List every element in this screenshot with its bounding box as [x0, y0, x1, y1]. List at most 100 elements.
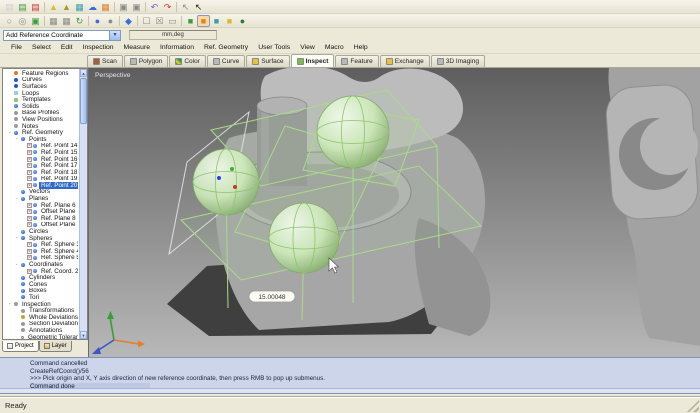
tab-feature[interactable]: Feature: [335, 55, 378, 67]
tree-item[interactable]: Templates: [3, 96, 78, 103]
tree-item[interactable]: - Spheres: [3, 235, 78, 242]
menu-item[interactable]: Inspection: [78, 44, 119, 51]
selection-rect-icon[interactable]: ☐: [140, 15, 153, 27]
tree-item[interactable]: Ref. Point 15: [3, 149, 78, 156]
tree-item[interactable]: Vectors: [3, 189, 78, 196]
display-point-toggle-icon[interactable]: ■: [210, 15, 223, 27]
menu-item[interactable]: Ref. Geometry: [199, 44, 253, 51]
save-icon[interactable]: ▤: [29, 1, 42, 13]
visibility-checkbox-icon[interactable]: [27, 255, 32, 260]
tree-item[interactable]: - Coordinates: [3, 261, 78, 268]
tab-color[interactable]: Color: [169, 55, 206, 67]
menu-item[interactable]: Help: [349, 44, 373, 51]
point-cloud-icon[interactable]: ☁: [86, 1, 99, 13]
tree-item[interactable]: Tori: [3, 294, 78, 301]
tab-surface[interactable]: Surface: [246, 55, 289, 67]
tree-item[interactable]: - Inspection: [3, 301, 78, 308]
display-body-toggle-icon[interactable]: ■: [184, 15, 197, 27]
visibility-checkbox-icon[interactable]: [27, 216, 32, 221]
render-wireframe-globe-icon[interactable]: ●: [104, 15, 117, 27]
chevron-down-icon[interactable]: ▼: [109, 31, 120, 40]
print-preview-icon[interactable]: ▣: [117, 1, 130, 13]
tree-item[interactable]: Base Profiles: [3, 110, 78, 117]
tree-item[interactable]: Geometric Tolerance: [3, 334, 78, 340]
tree-scrollbar[interactable]: ▲ ▼: [79, 69, 87, 339]
display-mesh-toggle-icon[interactable]: ■: [223, 15, 236, 27]
visibility-checkbox-icon[interactable]: [27, 242, 32, 247]
split-window-icon[interactable]: ▭: [166, 15, 179, 27]
new-document-icon[interactable]: ▤: [3, 1, 16, 13]
tree-item[interactable]: Solids: [3, 103, 78, 110]
visibility-checkbox-icon[interactable]: [27, 269, 32, 274]
tree-item[interactable]: Offset Plane: [3, 222, 78, 229]
tree-item[interactable]: - Points: [3, 136, 78, 143]
open-file-icon[interactable]: ▤: [16, 1, 29, 13]
render-shaded-globe-icon[interactable]: ●: [91, 15, 104, 27]
tab-curve[interactable]: Curve: [207, 55, 245, 67]
reference-sphere-4[interactable]: [317, 96, 389, 168]
redo-icon[interactable]: ↷: [161, 1, 174, 13]
visibility-checkbox-icon[interactable]: [27, 163, 32, 168]
import-scan-icon[interactable]: ▲: [47, 1, 60, 13]
scroll-down-icon[interactable]: ▼: [80, 331, 87, 339]
selection-all-icon[interactable]: ☒: [153, 15, 166, 27]
tree-item[interactable]: Ref. Point 19: [3, 176, 78, 183]
pick-cursor-icon[interactable]: ↖: [179, 1, 192, 13]
tree-item[interactable]: Loops: [3, 90, 78, 97]
reference-sphere-5[interactable]: [269, 203, 339, 273]
tree-item[interactable]: Ref. Plane 6: [3, 202, 78, 209]
tree-item[interactable]: Ref. Sphere 5: [3, 255, 78, 262]
visibility-checkbox-icon[interactable]: [27, 183, 32, 188]
tree-item[interactable]: Ref. Point 16: [3, 156, 78, 163]
visibility-checkbox-icon[interactable]: [27, 157, 32, 162]
visibility-checkbox-icon[interactable]: [27, 222, 32, 227]
tree-item[interactable]: Boxes: [3, 288, 78, 295]
3d-viewport[interactable]: Perspective: [88, 68, 700, 358]
tree-item[interactable]: Annotations: [3, 327, 78, 334]
menu-item[interactable]: User Tools: [253, 44, 295, 51]
view-iso-icon[interactable]: ▦: [60, 15, 73, 27]
tree-item[interactable]: Ref. Point 14: [3, 143, 78, 150]
tree-item[interactable]: Ref. Coord. 2: [3, 268, 78, 275]
menu-item[interactable]: Edit: [56, 44, 78, 51]
tree-item[interactable]: View Positions: [3, 116, 78, 123]
menu-item[interactable]: Select: [27, 44, 56, 51]
display-region-toggle-icon[interactable]: ■: [197, 15, 210, 27]
visibility-checkbox-icon[interactable]: [27, 249, 32, 254]
menu-item[interactable]: Information: [155, 44, 199, 51]
scrollbar-thumb[interactable]: [80, 78, 87, 124]
view-front-icon[interactable]: ▦: [47, 15, 60, 27]
tree-item[interactable]: Ref. Sphere 4: [3, 248, 78, 255]
tree-item[interactable]: Ref. Point 20: [3, 182, 78, 189]
visibility-checkbox-icon[interactable]: [27, 176, 32, 181]
tree-item[interactable]: - Ref. Geometry: [3, 129, 78, 136]
tree-item[interactable]: Curves: [3, 77, 78, 84]
command-dropdown[interactable]: Add Reference Coordinate ▼: [3, 30, 121, 41]
scroll-up-icon[interactable]: ▲: [80, 69, 87, 77]
tree-item[interactable]: Circles: [3, 228, 78, 235]
reference-sphere-3[interactable]: [193, 149, 259, 215]
undo-icon[interactable]: ↶: [148, 1, 161, 13]
tab-exchange[interactable]: Exchange: [380, 55, 430, 67]
texture-image-icon[interactable]: ▦: [99, 1, 112, 13]
tree-item[interactable]: Feature Regions: [3, 70, 78, 77]
visibility-checkbox-icon[interactable]: [27, 170, 32, 175]
measurement-label[interactable]: 15.00048: [249, 291, 295, 302]
panel-tab-project[interactable]: Project: [2, 341, 39, 352]
menu-item[interactable]: View: [295, 44, 320, 51]
tree-item[interactable]: Notes: [3, 123, 78, 130]
display-sphere-toggle-icon[interactable]: ●: [236, 15, 249, 27]
menu-item[interactable]: File: [6, 44, 27, 51]
export-scan-icon[interactable]: ▲: [60, 1, 73, 13]
visibility-checkbox-icon[interactable]: [27, 209, 32, 214]
tree-item[interactable]: Offset Plane: [3, 208, 78, 215]
select-arrow-icon[interactable]: ↖: [192, 1, 205, 13]
tree-item[interactable]: Ref. Point 18: [3, 169, 78, 176]
visibility-checkbox-icon[interactable]: [27, 150, 32, 155]
zoom-icon[interactable]: ○: [3, 15, 16, 27]
3d-viewport-canvas[interactable]: 15.00048: [89, 68, 700, 358]
visibility-checkbox-icon[interactable]: [27, 203, 32, 208]
console-input-strip[interactable]: [0, 388, 700, 393]
command-console[interactable]: Command cancelled CreateRefCoord()/56 >>…: [0, 357, 700, 394]
tree-item[interactable]: Ref. Plane 8: [3, 215, 78, 222]
